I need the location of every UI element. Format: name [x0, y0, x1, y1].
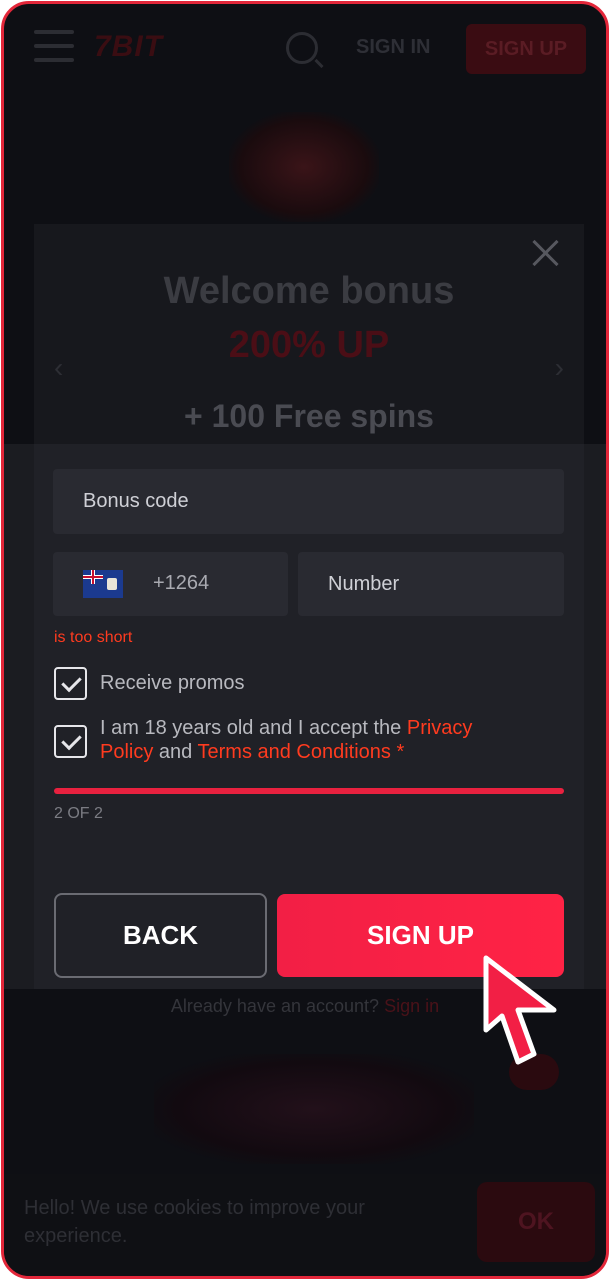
- country-code-select[interactable]: +1264: [53, 552, 288, 616]
- promo-subtitle: + 100 Free spins: [184, 398, 434, 434]
- modal-edge-right: [584, 444, 606, 989]
- promo-highlight: 200% UP: [228, 324, 390, 366]
- terms-and: and: [158, 741, 193, 763]
- search-icon[interactable]: [286, 32, 318, 64]
- bonus-code-placeholder: Bonus code: [83, 490, 189, 512]
- logo[interactable]: 7BIT: [94, 30, 163, 64]
- promo-title: Welcome bonus: [163, 270, 455, 312]
- hand-pointer-icon: [483, 955, 557, 1065]
- cookie-banner: Hello! We use cookies to improve your ex…: [4, 1174, 606, 1276]
- step-indicator: 2 OF 2: [54, 805, 103, 822]
- chevron-left-icon[interactable]: ‹: [54, 352, 63, 384]
- hero-image: [229, 112, 379, 222]
- cookie-text: Hello! We use cookies to improve your ex…: [24, 1197, 365, 1247]
- accept-terms-checkbox[interactable]: [54, 725, 87, 758]
- menu-icon[interactable]: [34, 30, 74, 66]
- accept-terms-label: I am 18 years old and I accept the Priva…: [100, 716, 530, 764]
- phone-number-placeholder: Number: [328, 572, 400, 595]
- progress-bar: [54, 788, 564, 794]
- close-icon[interactable]: [528, 236, 562, 270]
- required-mark: *: [396, 741, 405, 763]
- receive-promos-label: Receive promos: [100, 672, 245, 694]
- country-code-value: +1264: [153, 572, 210, 594]
- anguilla-flag-icon: [83, 570, 123, 598]
- error-message: is too short: [54, 629, 133, 646]
- terms-prefix: I am 18 years old and I accept the: [100, 717, 402, 739]
- game-banner-image: [154, 1054, 474, 1164]
- receive-promos-checkbox[interactable]: [54, 667, 87, 700]
- back-button[interactable]: BACK: [54, 893, 267, 978]
- terms-link[interactable]: Terms and Conditions: [198, 741, 391, 763]
- sign-in-link[interactable]: Sign in: [384, 996, 439, 1016]
- phone-frame: 7BIT SIGN IN SIGN UP Welcome bonus 200% …: [1, 1, 609, 1279]
- header-sign-in-button[interactable]: SIGN IN: [356, 36, 430, 59]
- header-sign-up-button[interactable]: SIGN UP: [466, 24, 586, 74]
- modal-edge-left: [4, 444, 34, 989]
- already-label: Already have an account?: [170, 996, 380, 1016]
- bonus-code-input[interactable]: Bonus code: [53, 469, 564, 534]
- phone-number-input[interactable]: Number: [298, 552, 564, 616]
- top-bar: 7BIT SIGN IN SIGN UP: [4, 4, 606, 94]
- cookie-ok-button[interactable]: OK: [477, 1182, 595, 1262]
- chevron-right-icon[interactable]: ›: [555, 352, 564, 384]
- promo-card: Welcome bonus 200% UP ‹ › + 100 Free spi…: [34, 224, 584, 454]
